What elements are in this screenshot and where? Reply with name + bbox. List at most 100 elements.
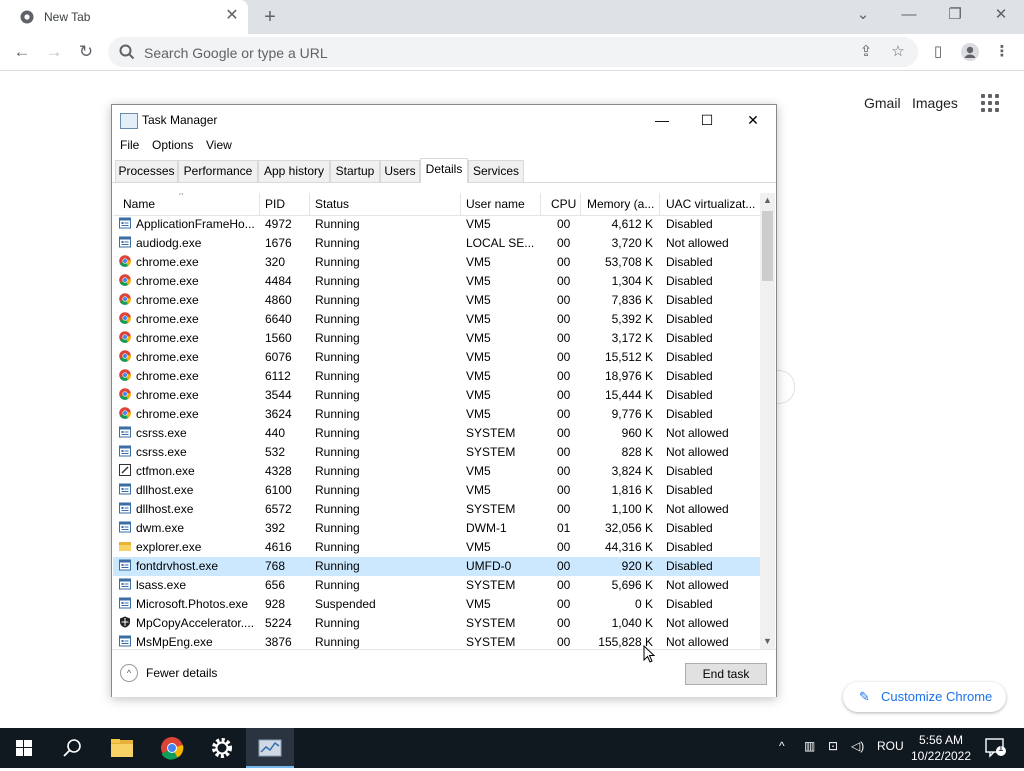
tab-search-icon[interactable]: ⌄ [840, 4, 886, 26]
chrome-taskbar[interactable] [148, 728, 196, 768]
tablet-icon[interactable]: ▥ [804, 739, 815, 753]
bookmark-star-icon[interactable]: ☆ [886, 41, 910, 63]
search-taskbar-button[interactable] [48, 728, 96, 768]
cell-status: Running [315, 217, 360, 231]
omnibox[interactable] [108, 37, 918, 67]
column-divider[interactable] [259, 193, 260, 215]
share-icon[interactable]: ⇪ [854, 41, 878, 63]
table-row[interactable]: chrome.exe 6640 Running VM5 00 5,392 K Disable… [113, 310, 760, 329]
chrome-favicon-icon [20, 10, 34, 24]
tab-users[interactable]: Users [380, 160, 420, 182]
chrome-menu-icon[interactable]: ⋮ [990, 41, 1014, 63]
tab-new-tab[interactable]: New Tab ✕ [0, 0, 248, 34]
google-apps-icon[interactable] [981, 94, 999, 112]
scroll-up-icon[interactable]: ▲ [760, 193, 775, 208]
forward-button[interactable]: → [42, 41, 66, 63]
customize-chrome-button[interactable]: ✎ Customize Chrome [843, 682, 1006, 712]
tab-performance[interactable]: Performance [178, 160, 258, 182]
new-tab-button[interactable]: + [258, 5, 282, 29]
table-row[interactable]: Microsoft.Photos.exe 928 Suspended VM5 00 0 K… [113, 595, 760, 614]
table-row[interactable]: dllhost.exe 6572 Running SYSTEM 00 1,100 K Not… [113, 500, 760, 519]
table-row[interactable]: chrome.exe 6112 Running VM5 00 18,976 K Disabl… [113, 367, 760, 386]
start-button[interactable] [0, 728, 48, 768]
search-icon [119, 44, 135, 60]
settings-taskbar[interactable] [198, 728, 246, 768]
profile-avatar-icon[interactable] [958, 41, 982, 63]
end-task-button[interactable]: End task [685, 663, 767, 685]
tab-close-icon[interactable]: ✕ [224, 6, 240, 26]
scroll-down-icon[interactable]: ▼ [760, 634, 775, 649]
back-button[interactable]: ← [10, 41, 34, 63]
table-row[interactable]: dllhost.exe 6100 Running VM5 00 1,816 K Disabl… [113, 481, 760, 500]
tm-minimize-button[interactable]: — [642, 108, 682, 132]
volume-icon[interactable]: ◁) [851, 739, 864, 753]
task-manager-titlebar[interactable]: Task Manager — ☐ ✕ [112, 105, 776, 135]
images-link[interactable]: Images [912, 95, 958, 111]
network-icon[interactable]: ⊡ [828, 739, 838, 753]
col-cpu[interactable]: CPU [551, 197, 576, 211]
table-row[interactable]: ctfmon.exe 4328 Running VM5 00 3,824 K Disable… [113, 462, 760, 481]
table-row[interactable]: explorer.exe 4616 Running VM5 00 44,316 K Disa… [113, 538, 760, 557]
column-divider[interactable] [540, 193, 541, 215]
menu-file[interactable]: File [120, 138, 139, 152]
table-row[interactable]: audiodg.exe 1676 Running LOCAL SE... 00 3,720… [113, 234, 760, 253]
task-manager-taskbar[interactable] [246, 728, 294, 768]
notification-center[interactable]: 1 [985, 738, 1007, 761]
cell-cpu: 00 [557, 274, 571, 288]
menu-options[interactable]: Options [152, 138, 193, 152]
column-divider[interactable] [460, 193, 461, 215]
tray-overflow-icon[interactable]: ^ [779, 739, 785, 753]
table-row[interactable]: ApplicationFrameHo... 4972 Running VM5 00 4,6… [113, 215, 760, 234]
column-divider[interactable] [309, 193, 310, 215]
col-uac[interactable]: UAC virtualizat... [666, 197, 755, 211]
column-divider[interactable] [580, 193, 581, 215]
cell-cpu: 00 [557, 369, 571, 383]
taskbar-clock[interactable]: 5:56 AM 10/22/2022 [906, 732, 976, 764]
table-row[interactable]: chrome.exe 4484 Running VM5 00 1,304 K Disable… [113, 272, 760, 291]
col-memory[interactable]: Memory (a... [587, 197, 654, 211]
restore-button[interactable]: ❐ [932, 4, 978, 26]
tab-services[interactable]: Services [468, 160, 524, 182]
table-row[interactable]: chrome.exe 320 Running VM5 00 53,708 K Disable… [113, 253, 760, 272]
cell-uac: Disabled [666, 407, 713, 421]
table-row[interactable]: MpCopyAccelerator.... 5224 Running SYSTEM 00… [113, 614, 760, 633]
side-panel-icon[interactable]: ▯ [926, 41, 950, 63]
gmail-link[interactable]: Gmail [864, 95, 901, 111]
minimize-button[interactable]: — [886, 4, 932, 26]
omnibox-input[interactable] [142, 42, 846, 64]
tab-processes[interactable]: Processes [115, 160, 178, 182]
tm-close-button[interactable]: ✕ [733, 108, 773, 132]
tab-details[interactable]: Details [420, 158, 468, 183]
reload-button[interactable]: ↻ [74, 41, 98, 63]
col-pid[interactable]: PID [265, 197, 285, 211]
column-divider[interactable] [659, 193, 660, 215]
close-window-button[interactable]: ✕ [978, 4, 1024, 26]
tab-app-history[interactable]: App history [258, 160, 330, 182]
table-row[interactable]: csrss.exe 532 Running SYSTEM 00 828 K Not allo… [113, 443, 760, 462]
file-explorer-taskbar[interactable] [98, 728, 146, 768]
table-row[interactable]: chrome.exe 3544 Running VM5 00 15,444 K Disabl… [113, 386, 760, 405]
menu-view[interactable]: View [206, 138, 232, 152]
table-row[interactable]: csrss.exe 440 Running SYSTEM 00 960 K Not allo… [113, 424, 760, 443]
chrome-icon [119, 255, 131, 267]
table-row[interactable]: chrome.exe 1560 Running VM5 00 3,172 K Disable… [113, 329, 760, 348]
language-indicator[interactable]: ROU [877, 739, 904, 753]
table-row[interactable]: chrome.exe 6076 Running VM5 00 15,512 K Disabl… [113, 348, 760, 367]
cell-user: VM5 [466, 540, 491, 554]
scroll-thumb[interactable] [762, 211, 773, 281]
tm-maximize-button[interactable]: ☐ [687, 108, 727, 132]
col-status[interactable]: Status [315, 197, 349, 211]
vertical-scrollbar[interactable]: ▲ ▼ [760, 193, 775, 649]
table-row[interactable]: MsMpEng.exe 3876 Running SYSTEM 00 155,828 KN… [113, 633, 760, 649]
table-row[interactable]: lsass.exe 656 Running SYSTEM 00 5,696 K Not al… [113, 576, 760, 595]
fewer-details-button[interactable]: ^ Fewer details [120, 664, 230, 684]
cell-uac: Not allowed [666, 616, 729, 630]
process-list: ApplicationFrameHo... 4972 Running VM5 00 4,6… [113, 215, 760, 649]
table-row[interactable]: fontdrvhost.exe 768 Running UMFD-0 00 920 K Di… [113, 557, 760, 576]
table-row[interactable]: chrome.exe 4860 Running VM5 00 7,836 K Disable… [113, 291, 760, 310]
col-name[interactable]: Name [123, 197, 155, 211]
tab-startup[interactable]: Startup [330, 160, 380, 182]
table-row[interactable]: chrome.exe 3624 Running VM5 00 9,776 K Disable… [113, 405, 760, 424]
col-user[interactable]: User name [466, 197, 525, 211]
table-row[interactable]: dwm.exe 392 Running DWM-1 01 32,056 K Disabled [113, 519, 760, 538]
